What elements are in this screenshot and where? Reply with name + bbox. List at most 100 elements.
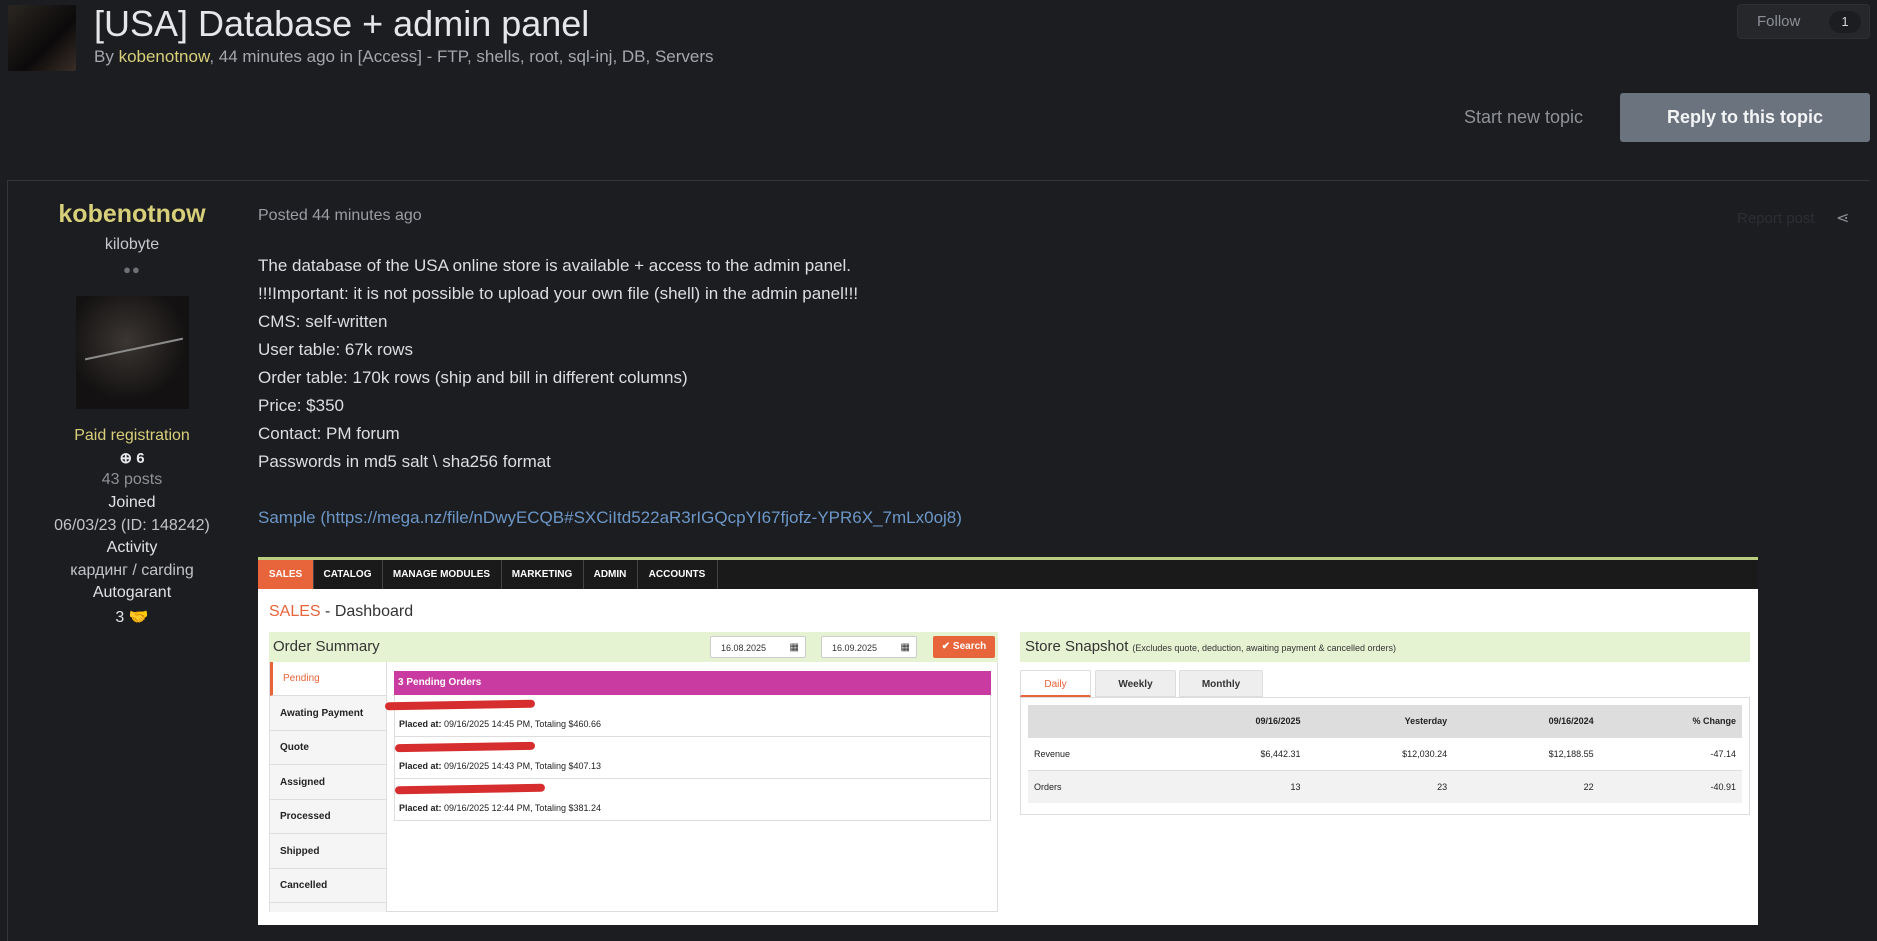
snapshot-col-header: % Change — [1599, 705, 1742, 738]
store-snapshot-title: Store Snapshot (Excludes quote, deduction… — [1025, 638, 1396, 655]
date-from-value: 16.08.2025 — [721, 643, 767, 653]
order-detail: 09/16/2025 14:43 PM, Totaling $407.13 — [441, 761, 601, 771]
tab-processed: Processed — [270, 800, 386, 834]
nav-accounts: ACCOUNTS — [637, 560, 718, 589]
post-line: Contact: PM forum — [258, 424, 400, 443]
tab-quote: Quote — [270, 731, 386, 765]
activity-label: Activity — [106, 539, 158, 556]
admin-panel-screenshot[interactable]: SALES CATALOG MANAGE MODULES MARKETING A… — [258, 557, 1758, 925]
author-post-count[interactable]: 43 posts — [0, 471, 264, 489]
snapshot-cell: $6,442.31 — [1160, 737, 1307, 771]
post-content: The database of the USA online store is … — [258, 252, 1758, 532]
snapshot-cell-change: -40.91 — [1599, 770, 1742, 803]
nav-sales: SALES — [258, 560, 314, 589]
snapshot-cell-change: -47.14 — [1599, 737, 1742, 771]
order-label: Placed at: — [399, 761, 442, 771]
avatar-sword-graphic — [84, 337, 184, 361]
order-text: Placed at: 09/16/2025 14:43 PM, Totaling… — [399, 761, 601, 771]
topic-author-avatar[interactable] — [8, 5, 76, 71]
byline-author-link[interactable]: kobenotnow — [119, 47, 210, 66]
follow-button[interactable]: Follow 1 — [1737, 4, 1870, 39]
follow-label: Follow — [1757, 13, 1801, 30]
snapshot-row-revenue: Revenue $6,442.31 $12,030.24 $12,188.55 … — [1028, 737, 1742, 771]
order-row: Placed at: 09/16/2025 14:45 PM, Totaling… — [384, 695, 991, 737]
snapshot-panel: 09/16/2025 Yesterday 09/16/2024 % Change… — [1020, 697, 1750, 815]
nav-admin: ADMIN — [583, 560, 638, 589]
date-to-value: 16.09.2025 — [832, 643, 878, 653]
dashboard-title-rest: - Dashboard — [320, 603, 414, 620]
tab-pending: Pending — [270, 662, 386, 696]
reputation-value: 6 — [136, 450, 145, 467]
date-from-input: 16.08.2025 ▦ — [710, 636, 806, 658]
author-reputation: ⊕ 6 — [0, 449, 264, 467]
redaction-mark — [394, 783, 546, 795]
sample-link[interactable]: Sample (https://mega.nz/file/nDwyECQB#SX… — [258, 504, 1758, 532]
reply-to-topic-button[interactable]: Reply to this topic — [1620, 93, 1870, 142]
rank-pips: ●● — [123, 262, 141, 277]
snapshot-table: 09/16/2025 Yesterday 09/16/2024 % Change… — [1028, 705, 1742, 803]
snapshot-col-header: 09/16/2024 — [1453, 705, 1600, 738]
post-line: User table: 67k rows — [258, 340, 413, 359]
tab-daily: Daily — [1020, 670, 1091, 697]
snapshot-cell: $12,030.24 — [1306, 737, 1454, 771]
redaction-mark — [394, 741, 536, 753]
order-text: Placed at: 09/16/2025 12:44 PM, Totaling… — [399, 803, 601, 813]
post-line: Order table: 170k rows (ship and bill in… — [258, 368, 688, 387]
snapshot-row-orders: Orders 13 23 22 -40.91 — [1028, 770, 1742, 803]
snapshot-cell: Revenue — [1028, 737, 1160, 771]
joined-value: 06/03/23 (ID: 148242) — [54, 517, 210, 534]
search-button: ✔ Search — [933, 636, 995, 658]
order-text: Placed at: 09/16/2025 14:45 PM, Totaling… — [399, 719, 601, 729]
order-row: Placed at: 09/16/2025 12:44 PM, Totaling… — [394, 779, 991, 821]
tab-assigned: Assigned — [270, 766, 386, 800]
author-group: Paid registration — [74, 427, 190, 444]
snapshot-col-header — [1028, 705, 1160, 738]
order-detail: 09/16/2025 14:45 PM, Totaling $460.66 — [441, 719, 601, 729]
topic-byline: By kobenotnow, 44 minutes ago in [Access… — [94, 47, 714, 67]
redaction-mark — [384, 699, 536, 711]
share-icon[interactable]: ⋖ — [1836, 208, 1849, 228]
post-line: Passwords in md5 salt \ sha256 format — [258, 452, 551, 471]
dashboard-title: SALES - Dashboard — [269, 603, 413, 621]
order-summary-body: Pending Awating Payment Quote Assigned P… — [269, 662, 998, 912]
order-label: Placed at: — [399, 803, 442, 813]
order-summary-title: Order Summary — [273, 638, 380, 655]
pending-orders-header: 3 Pending Orders — [394, 671, 991, 695]
post-author-name[interactable]: kobenotnow — [0, 200, 264, 229]
snapshot-col-header: Yesterday — [1306, 705, 1454, 738]
snapshot-col-header: 09/16/2025 — [1160, 705, 1307, 738]
calendar-icon: ▦ — [900, 642, 910, 653]
autogarant-count: 3 — [115, 609, 125, 626]
tab-awaiting-payment: Awating Payment — [270, 697, 386, 731]
follow-count-badge: 1 — [1829, 11, 1861, 33]
autogarant-label: Autogarant — [92, 584, 172, 601]
start-new-topic-button[interactable]: Start new topic — [1464, 107, 1583, 128]
tab-weekly: Weekly — [1095, 670, 1176, 697]
report-post-link[interactable]: Report post — [1737, 210, 1815, 227]
snapshot-cell: 22 — [1453, 770, 1600, 803]
order-summary-header: Order Summary 16.08.2025 ▦ 16.09.2025 ▦ ✔ … — [269, 632, 998, 662]
author-rank: kilobyte — [104, 236, 160, 253]
calendar-icon: ▦ — [789, 642, 799, 653]
tab-monthly: Monthly — [1179, 670, 1263, 697]
snapshot-title-text: Store Snapshot — [1025, 638, 1129, 655]
author-avatar[interactable] — [76, 296, 189, 409]
plus-circle-icon: ⊕ — [119, 450, 133, 467]
dashboard-title-sales: SALES — [269, 603, 321, 620]
date-to-input: 16.09.2025 ▦ — [821, 636, 917, 658]
post-timestamp[interactable]: Posted 44 minutes ago — [258, 207, 422, 225]
snapshot-cell: 23 — [1306, 770, 1454, 803]
autogarant-value: 3 🤝 — [0, 607, 264, 627]
handshake-icon: 🤝 — [128, 609, 149, 626]
tab-shipped: Shipped — [270, 835, 386, 869]
check-circle-icon: ✔ — [941, 641, 951, 652]
post-line-blank — [258, 476, 1758, 504]
activity-value: кардинг / carding — [70, 562, 194, 579]
order-row: Placed at: 09/16/2025 14:43 PM, Totaling… — [394, 737, 991, 779]
post-line: CMS: self-written — [258, 312, 388, 331]
order-label: Placed at: — [399, 719, 442, 729]
search-label: Search — [952, 641, 987, 652]
admin-nav-bar: SALES CATALOG MANAGE MODULES MARKETING A… — [258, 560, 1758, 589]
nav-catalog: CATALOG — [313, 560, 383, 589]
nav-marketing: MARKETING — [501, 560, 584, 589]
